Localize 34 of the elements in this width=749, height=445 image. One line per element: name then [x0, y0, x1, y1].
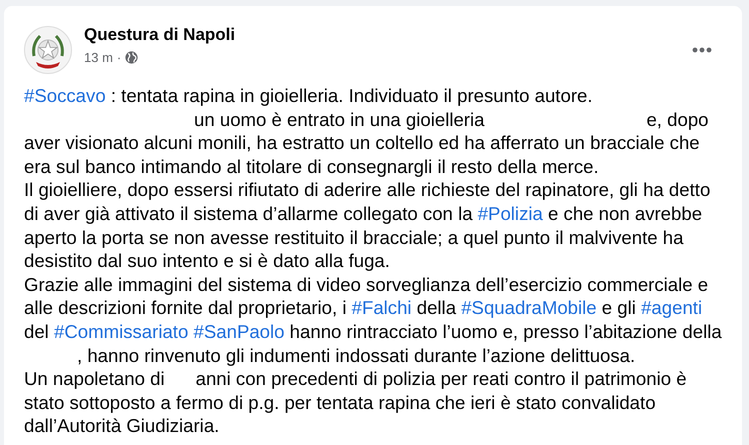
post-text: Un napoletano di: [24, 368, 165, 390]
post-text: dall’Autorità Giudiziaria.: [24, 415, 220, 436]
post-text: hanno rintracciato l’uomo e, presso l’abitazione della: [288, 320, 722, 342]
post-text: desistito dal suo intento e si è dato alla fuga.: [24, 250, 390, 272]
hashtag-link[interactable]: #Commissariato: [54, 320, 188, 342]
hashtag-link[interactable]: #Polizia: [478, 202, 543, 224]
post-text: della: [416, 297, 458, 318]
post-text: : tentata rapina in gioielleria. Individuato il presunto autore.: [110, 85, 593, 106]
hashtag-link[interactable]: #agenti: [641, 297, 702, 318]
post-text: anni con precedenti di polizia per reati contro il patrimonio è: [196, 368, 687, 390]
globe-icon: [125, 51, 138, 64]
author-name[interactable]: Questura di Napoli: [84, 24, 688, 46]
post-text: aperto la porta se non avesse restituito il bracciale; a quel punto il malvivente ha: [24, 226, 684, 248]
post-text: e che non avrebbe: [547, 202, 702, 224]
post-text: , hanno rinvenuto gli indumenti indossati durante l’azione delittuosa.: [77, 344, 636, 366]
separator-dot: ·: [116, 49, 122, 67]
post-text: stato sottoposto a fermo di p.g. per tentata rapina che ieri è stato convalidato: [24, 392, 656, 413]
post-text: Grazie alle immagini del sistema di video sorveglianza dell’esercizio commerciale e: [24, 274, 708, 295]
post-time[interactable]: 13 m: [84, 48, 113, 68]
post-text: del: [24, 320, 50, 342]
hashtag-link[interactable]: #SquadraMobile: [461, 297, 597, 318]
hashtag-link[interactable]: #Soccavo: [24, 85, 106, 106]
post-text: Il gioielliere, dopo essersi rifiutato di aderire alle richieste del rapinatore, gli ha detto: [24, 179, 710, 200]
post-text: e, dopo: [646, 108, 709, 130]
post-text: e gli: [600, 297, 637, 318]
emblem-icon: [24, 26, 72, 74]
hashtag-link[interactable]: #SanPaolo: [194, 320, 284, 342]
hashtag-link[interactable]: #Falchi: [352, 297, 412, 318]
post-text: aver visionato alcuni monili, ha estratto un coltello ed ha afferrato un bracciale che: [24, 132, 700, 154]
post-text: un uomo è entrato in una gioielleria: [194, 108, 484, 130]
post-text: di aver già attivato il sistema d’allarme collegato con la: [24, 202, 474, 224]
post-text: era sul banco intimando al titolare di consegnargli il resto della merce.: [24, 156, 599, 177]
more-icon: [692, 47, 712, 53]
post-text: alle descrizioni fornite dal proprietario, i: [24, 297, 348, 318]
